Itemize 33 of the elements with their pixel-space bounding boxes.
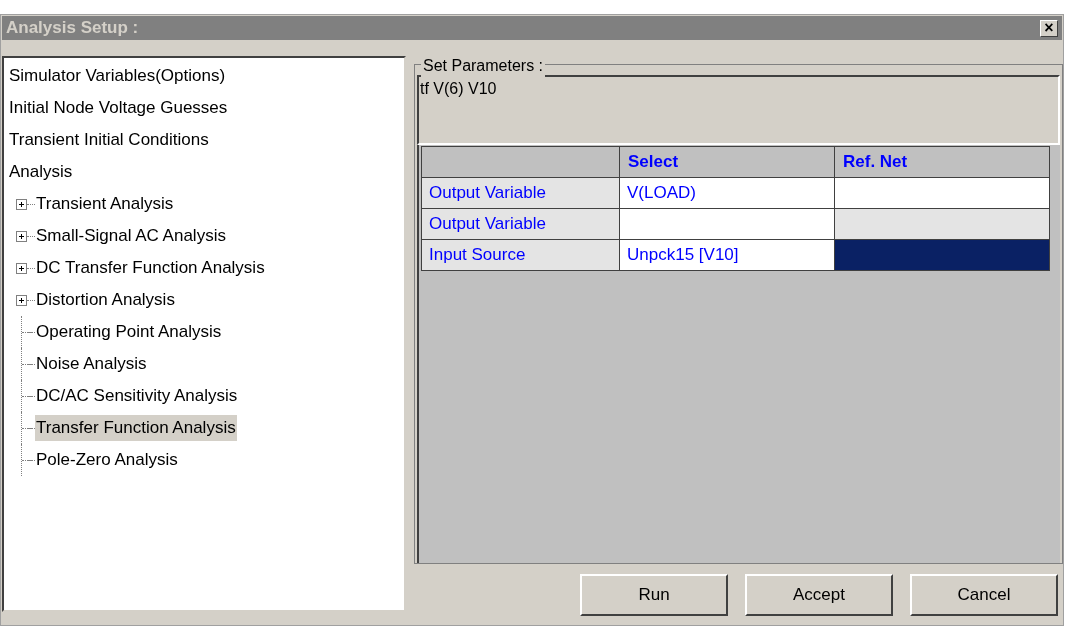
tree-item[interactable]: Initial Node Voltage Guesses: [8, 95, 229, 121]
select-cell[interactable]: V(LOAD): [619, 177, 835, 209]
row-label: Output Variable: [421, 208, 620, 240]
expand-icon[interactable]: [16, 294, 27, 306]
tree-item[interactable]: Noise Analysis: [35, 351, 148, 377]
select-cell[interactable]: [619, 208, 835, 240]
ref-net-cell[interactable]: [834, 177, 1050, 209]
expand-icon[interactable]: [16, 262, 27, 274]
dialog-button[interactable]: Accept: [745, 574, 893, 616]
tree-item[interactable]: Analysis: [8, 159, 74, 185]
column-header: Select: [619, 146, 835, 178]
tree-item[interactable]: Distortion Analysis: [35, 287, 176, 313]
dialog-button[interactable]: Cancel: [910, 574, 1058, 616]
tree-item[interactable]: Pole-Zero Analysis: [35, 447, 179, 473]
dialog-button[interactable]: Run: [580, 574, 728, 616]
window-title: Analysis Setup :: [6, 17, 139, 40]
row-label: Output Variable: [421, 177, 620, 209]
tree-item[interactable]: Operating Point Analysis: [35, 319, 223, 345]
tree-item[interactable]: Transfer Function Analysis: [35, 415, 237, 441]
tree-item[interactable]: Simulator Variables(Options): [8, 63, 227, 89]
tree-item[interactable]: Transient Analysis: [35, 191, 175, 217]
tree-item[interactable]: Small-Signal AC Analysis: [35, 223, 227, 249]
column-header: Ref. Net: [834, 146, 1050, 178]
command-field[interactable]: tf V(6) V10: [417, 75, 1060, 145]
expand-icon[interactable]: [16, 230, 27, 242]
expand-icon[interactable]: [16, 198, 27, 210]
select-cell[interactable]: Unpck15 [V10]: [619, 239, 835, 271]
tree-item[interactable]: Transient Initial Conditions: [8, 127, 210, 153]
tree-item[interactable]: DC/AC Sensitivity Analysis: [35, 383, 239, 409]
close-button[interactable]: ×: [1040, 19, 1058, 37]
tree-item[interactable]: DC Transfer Function Analysis: [35, 255, 266, 281]
ref-net-cell[interactable]: [834, 239, 1050, 271]
row-label: Input Source: [421, 239, 620, 271]
